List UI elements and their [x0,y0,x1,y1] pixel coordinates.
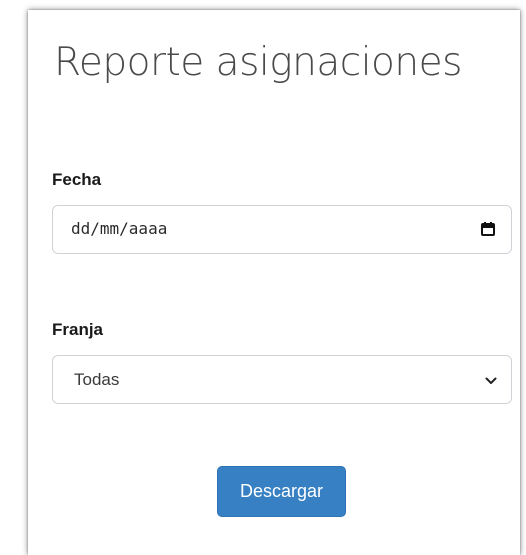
franja-select[interactable]: Todas [52,355,512,404]
franja-label: Franja [52,320,104,339]
chevron-down-icon[interactable] [485,375,497,387]
calendar-icon[interactable] [481,222,495,236]
descargar-button[interactable]: Descargar [217,466,346,517]
fecha-label: Fecha [52,170,102,189]
franja-selected-value[interactable]: Todas [74,370,119,390]
page-title: Reporte asignaciones [54,40,462,85]
report-card: Reporte asignaciones Fecha dd/mm/aaaa Fr… [28,10,520,555]
fecha-date-value[interactable]: dd/mm/aaaa [71,219,167,238]
fecha-date-input[interactable]: dd/mm/aaaa [52,205,512,254]
